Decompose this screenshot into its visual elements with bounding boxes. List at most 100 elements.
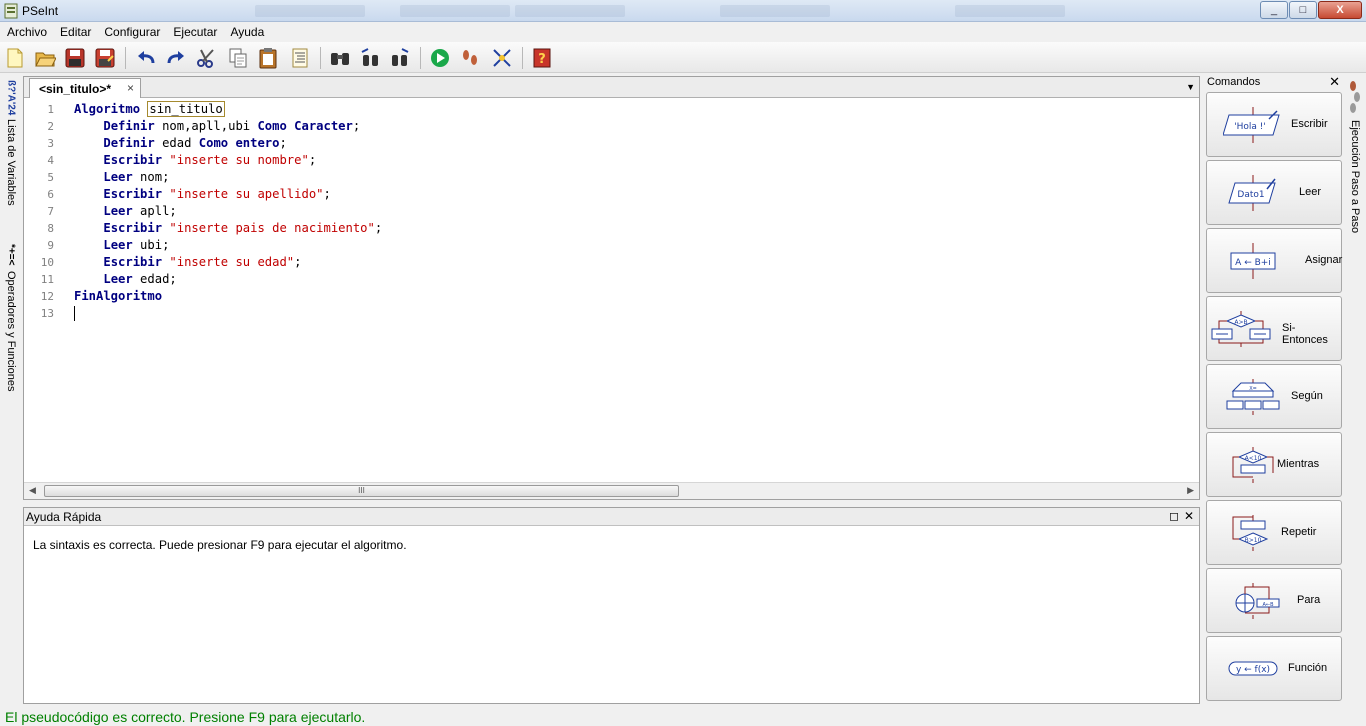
maximize-button[interactable]: □ — [1289, 1, 1317, 19]
command-label: Mientras — [1277, 458, 1320, 470]
background-tab-ghost — [400, 5, 510, 17]
svg-text:A>B: A>B — [1234, 319, 1247, 326]
quick-help-message: La sintaxis es correcta. Puede presionar… — [33, 538, 407, 552]
horizontal-scrollbar[interactable]: ◀ III ▶ — [24, 482, 1199, 499]
undo-button[interactable] — [134, 46, 158, 70]
line-number: 11 — [40, 273, 54, 286]
assign-icon: A ← B+i — [1230, 243, 1276, 279]
code-line: 1 Algoritmo sin_titulo — [24, 101, 1199, 118]
code-line: 6 Escribir "inserte su apellido"; — [24, 186, 1199, 203]
run-button[interactable] — [428, 46, 452, 70]
if-then-icon: A>B — [1211, 311, 1271, 347]
open-file-button[interactable] — [33, 46, 57, 70]
play-icon — [431, 49, 449, 67]
toolbar: ? — [0, 42, 1366, 73]
tab-close-icon[interactable]: × — [127, 81, 134, 95]
keyword: Como Caracter — [257, 119, 353, 133]
diagram-button[interactable] — [490, 46, 514, 70]
scroll-right-icon[interactable]: ▶ — [1187, 485, 1194, 496]
open-folder-icon — [35, 52, 56, 67]
keyword: Leer — [103, 204, 133, 218]
copy-icon — [229, 48, 247, 68]
footprints-icon — [463, 50, 477, 65]
toolbar-separator — [125, 47, 126, 69]
quick-help-header: Ayuda Rápida ◻ ✕ — [24, 508, 1199, 526]
new-file-button[interactable] — [3, 46, 27, 70]
command-leer-button[interactable]: Dato1 Leer — [1206, 160, 1342, 225]
menu-editar[interactable]: Editar — [53, 25, 97, 39]
cut-button[interactable] — [194, 46, 218, 70]
keyword: Leer — [103, 238, 133, 252]
minimize-button[interactable]: _ — [1260, 1, 1288, 19]
line-number: 3 — [47, 137, 54, 150]
step-run-button[interactable] — [458, 46, 482, 70]
command-repetir-button[interactable]: B>10 Repetir — [1206, 500, 1342, 565]
menu-ayuda[interactable]: Ayuda — [223, 25, 270, 39]
commands-close-icon[interactable]: ✕ — [1329, 74, 1340, 90]
close-button[interactable]: X — [1318, 1, 1362, 19]
flowchart-icon — [493, 49, 511, 67]
document-lines-icon — [292, 48, 308, 68]
command-si-entonces-button[interactable]: A>B Si-Entonces — [1206, 296, 1342, 361]
repeat-loop-icon: B>10 — [1232, 515, 1269, 551]
code-line: 12 FinAlgoritmo — [24, 288, 1199, 305]
identifiers: edad — [154, 136, 199, 150]
help-button[interactable]: ? — [530, 46, 554, 70]
command-label: Función — [1288, 662, 1328, 674]
command-mientras-button[interactable]: A<10 Mientras — [1206, 432, 1342, 497]
command-funcion-button[interactable]: y ← f(x) Función — [1206, 636, 1342, 701]
operators-tab-label: Operadores y Funciones — [5, 271, 17, 392]
line-number: 7 — [47, 205, 54, 218]
operators-tab[interactable]: *+=< Operadores y Funciones — [0, 244, 22, 392]
find-previous-button[interactable] — [358, 46, 382, 70]
keyword: Escribir — [103, 187, 163, 201]
svg-text:B>10: B>10 — [1245, 537, 1262, 544]
svg-text:A<10: A<10 — [1245, 455, 1262, 462]
quick-help-title: Ayuda Rápida — [26, 510, 102, 524]
string-literal: "inserte pais de nacimiento" — [169, 221, 375, 235]
command-label: Según — [1291, 390, 1323, 402]
menu-archivo[interactable]: Archivo — [0, 25, 53, 39]
menu-configurar[interactable]: Configurar — [97, 25, 166, 39]
command-asignar-button[interactable]: A ← B+i Asignar — [1206, 228, 1342, 293]
title-bar: PSeInt _ □ X — [0, 0, 1366, 22]
tab-list-arrow-icon[interactable]: ▼ — [1186, 82, 1195, 92]
keyword: Escribir — [103, 153, 163, 167]
line-number: 6 — [47, 188, 54, 201]
line-number: 13 — [40, 307, 54, 320]
svg-text:A←B: A←B — [1262, 602, 1274, 608]
find-next-button[interactable] — [388, 46, 412, 70]
indent-button[interactable] — [288, 46, 312, 70]
command-escribir-button[interactable]: 'Hola !' Escribir — [1206, 92, 1342, 157]
line-number: 8 — [47, 222, 54, 235]
copy-button[interactable] — [226, 46, 250, 70]
redo-icon — [167, 51, 184, 64]
redo-button[interactable] — [164, 46, 188, 70]
tab-sin-titulo[interactable]: <sin_titulo>* × — [29, 78, 141, 98]
close-panel-icon[interactable]: ✕ — [1184, 509, 1194, 523]
menu-ejecutar[interactable]: Ejecutar — [166, 25, 223, 39]
identifiers: ubi; — [132, 238, 170, 252]
identifiers: nom,apll,ubi — [154, 119, 258, 133]
svg-text:?: ? — [538, 52, 546, 67]
command-segun-button[interactable]: X= Según — [1206, 364, 1342, 429]
command-para-button[interactable]: A←B Para — [1206, 568, 1342, 633]
line-number: 2 — [47, 120, 54, 133]
variables-tab[interactable]: ß?'A'24 Lista de Variables — [0, 80, 22, 206]
read-input-icon: Dato1 — [1228, 175, 1276, 211]
code-area[interactable]: 1 Algoritmo sin_titulo 2 Definir nom,apll… — [24, 101, 1199, 322]
commands-panel: Comandos ✕ 'Hola !' Escribir Dato1 Leer … — [1204, 74, 1343, 704]
step-execution-tab[interactable]: Ejecución Paso a Paso — [1344, 80, 1366, 233]
scroll-left-icon[interactable]: ◀ — [29, 485, 36, 496]
restore-panel-icon[interactable]: ◻ — [1169, 509, 1179, 523]
save-as-button[interactable] — [93, 46, 117, 70]
scrollbar-thumb[interactable]: III — [44, 485, 679, 497]
background-tab-ghost — [955, 5, 1065, 17]
svg-text:Dato1: Dato1 — [1237, 190, 1264, 200]
save-button[interactable] — [63, 46, 87, 70]
find-button[interactable] — [328, 46, 352, 70]
menu-bar: Archivo Editar Configurar Ejecutar Ayuda — [0, 22, 1366, 42]
paste-button[interactable] — [256, 46, 280, 70]
semicolon: ; — [323, 187, 331, 201]
algorithm-name: sin_titulo — [147, 101, 225, 117]
